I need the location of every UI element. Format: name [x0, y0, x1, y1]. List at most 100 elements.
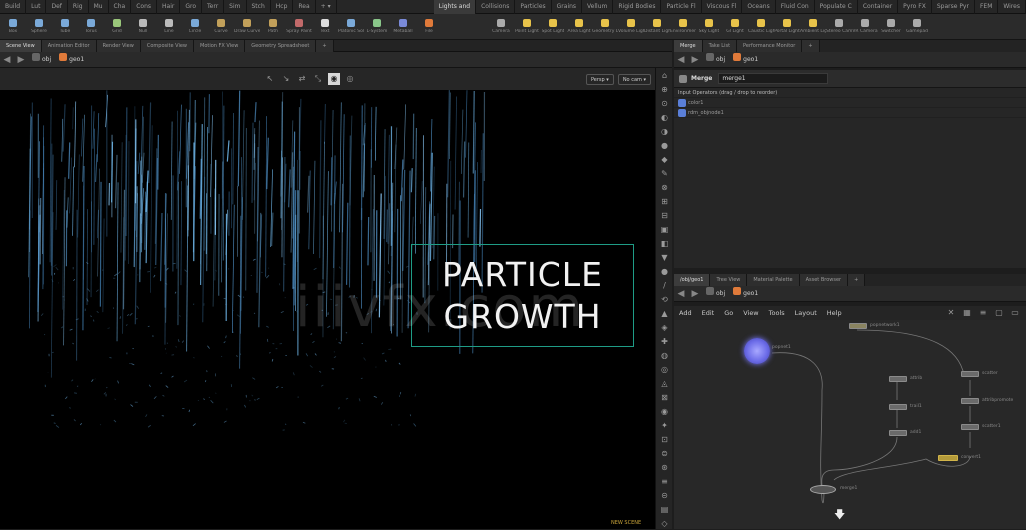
scatter1-node[interactable]	[961, 424, 979, 430]
create-tool-button[interactable]: Spray Paint	[286, 14, 312, 40]
split-icon[interactable]: ◧	[658, 237, 671, 250]
ring-icon[interactable]: ◍	[658, 349, 671, 362]
light-tool-button[interactable]: GI Light	[722, 14, 748, 40]
grid-icon[interactable]: ▦	[961, 307, 973, 319]
network-pane-tab[interactable]: /obj/geo1	[674, 274, 710, 286]
wrench-icon[interactable]: ✕	[945, 307, 957, 319]
add-node[interactable]	[889, 430, 907, 436]
pencil-icon[interactable]: ✎	[658, 167, 671, 180]
create-tool-button[interactable]: Null	[130, 14, 156, 40]
light-tool-button[interactable]: Environment Light	[670, 14, 696, 40]
network-pane-tab[interactable]: Asset Browser	[800, 274, 849, 286]
display-icon[interactable]: ◇	[658, 517, 671, 530]
add-pane-tab-button[interactable]: +	[316, 40, 333, 52]
network-menu-item[interactable]: Go	[719, 306, 738, 320]
square-icon[interactable]: ▣	[658, 223, 671, 236]
convert-node[interactable]	[938, 455, 958, 461]
light-tool-button[interactable]: Portal Light	[774, 14, 800, 40]
create-tool-button[interactable]: Text	[312, 14, 338, 40]
right-pane-tab[interactable]: Take List	[703, 40, 737, 52]
light-shelf-tab[interactable]: Fluid Con	[776, 0, 815, 14]
gear-icon[interactable]: ⊛	[658, 461, 671, 474]
path-geo[interactable]: geo1	[729, 53, 762, 67]
view-tool-icon[interactable]: ◉	[328, 73, 340, 85]
add-network-tab-button[interactable]: +	[848, 274, 865, 286]
scatter-node[interactable]	[961, 371, 979, 377]
shelf-tab[interactable]: Build	[0, 0, 26, 14]
shelf-tab[interactable]: Gro	[180, 0, 202, 14]
light-shelf-tab[interactable]: Collisions	[476, 0, 515, 14]
light-tool-button[interactable]: Camera	[488, 14, 514, 40]
node-name-field[interactable]: merge1	[718, 73, 828, 84]
light-tool-button[interactable]: Stereo Camera	[826, 14, 852, 40]
shelf-tab[interactable]: Hcp	[271, 0, 294, 14]
input-row[interactable]: rdm_objnode1	[674, 108, 1026, 118]
create-tool-button[interactable]: Tube	[52, 14, 78, 40]
right-pane-tab[interactable]: Performance Monitor	[737, 40, 802, 52]
left-pane-tab[interactable]: Scene View	[0, 40, 42, 52]
light-shelf-tab[interactable]: Particles	[515, 0, 551, 14]
home-icon[interactable]: ⌂	[658, 69, 671, 82]
network-menu-item[interactable]: Layout	[790, 306, 822, 320]
create-tool-button[interactable]: Curve	[208, 14, 234, 40]
create-tool-button[interactable]: Line	[156, 14, 182, 40]
light-tool-button[interactable]: Ambient Light	[800, 14, 826, 40]
create-tool-button[interactable]: Metaball	[390, 14, 416, 40]
grid-icon[interactable]: ⊞	[658, 195, 671, 208]
light-tool-button[interactable]: Spot Light	[540, 14, 566, 40]
shelf-tab[interactable]: Hair	[157, 0, 180, 14]
light-shelf-tab[interactable]: Particle Fl	[661, 0, 701, 14]
rotate-tool-icon[interactable]: ⇄	[296, 73, 308, 85]
light-tool-button[interactable]: Caustic Light	[748, 14, 774, 40]
forward-arrow-icon[interactable]: ▶	[688, 287, 702, 301]
network-pane-tab[interactable]: Tree View	[710, 274, 747, 286]
popnet-node[interactable]	[744, 338, 770, 364]
list-icon[interactable]: ▤	[658, 503, 671, 516]
dot-icon[interactable]: ●	[658, 265, 671, 278]
menu-icon[interactable]: ≡	[658, 475, 671, 488]
shade-icon[interactable]: ◐	[658, 111, 671, 124]
light-shelf-tab[interactable]: Viscous Fl	[702, 0, 743, 14]
create-tool-button[interactable]: Platonic Solids	[338, 14, 364, 40]
shelf-tab[interactable]: Def	[46, 0, 67, 14]
network-pane-tab[interactable]: Material Palette	[747, 274, 799, 286]
shelf-add-tab-button[interactable]: + ▾	[316, 0, 337, 14]
list-icon[interactable]: ≡	[977, 307, 989, 319]
create-tool-button[interactable]: L-System	[364, 14, 390, 40]
target-icon[interactable]: ⊙	[658, 97, 671, 110]
light-shelf-tab[interactable]: Oceans	[742, 0, 775, 14]
transform-tool-icon[interactable]: ↘	[280, 73, 292, 85]
shelf-tab[interactable]: Mu	[89, 0, 109, 14]
path-obj[interactable]: obj	[28, 53, 55, 67]
network-menu-item[interactable]: Help	[822, 306, 847, 320]
light-shelf-tab[interactable]: Populate C	[815, 0, 858, 14]
create-tool-button[interactable]: Torus	[78, 14, 104, 40]
attribpromote-node[interactable]	[961, 398, 979, 404]
pin-icon[interactable]: ▭	[1009, 307, 1021, 319]
shelf-tab[interactable]: Cons	[131, 0, 157, 14]
left-pane-tab[interactable]: Composite View	[141, 40, 194, 52]
shelf-tab[interactable]: Stch	[247, 0, 271, 14]
dash-icon[interactable]: ⊝	[658, 489, 671, 502]
snap-icon[interactable]: ◈	[658, 321, 671, 334]
create-tool-button[interactable]: Draw Curve	[234, 14, 260, 40]
right-pane-tab[interactable]: Merge	[674, 40, 703, 52]
light-shelf-tab[interactable]: Lights and	[434, 0, 476, 14]
shade2-icon[interactable]: ◑	[658, 125, 671, 138]
plus-icon[interactable]: ✚	[658, 335, 671, 348]
path-geo[interactable]: geo1	[729, 287, 762, 301]
shelf-tab[interactable]: Cha	[109, 0, 132, 14]
light-tool-button[interactable]: Distant Light	[644, 14, 670, 40]
pose-tool-icon[interactable]: ◎	[344, 73, 356, 85]
light-tool-button[interactable]: Switcher	[878, 14, 904, 40]
create-tool-button[interactable]: Grid	[104, 14, 130, 40]
light-shelf-tab[interactable]: Rigid Bodies	[613, 0, 661, 14]
equals-icon[interactable]: ⊜	[658, 447, 671, 460]
minus-icon[interactable]: ⊟	[658, 209, 671, 222]
shelf-tab[interactable]: Sim	[224, 0, 246, 14]
network-menu-item[interactable]: Add	[674, 306, 697, 320]
circle-icon[interactable]: ◎	[658, 363, 671, 376]
network-menu-item[interactable]: Edit	[697, 306, 720, 320]
light-tool-button[interactable]: Area Light	[566, 14, 592, 40]
network-menu-item[interactable]: Tools	[764, 306, 790, 320]
